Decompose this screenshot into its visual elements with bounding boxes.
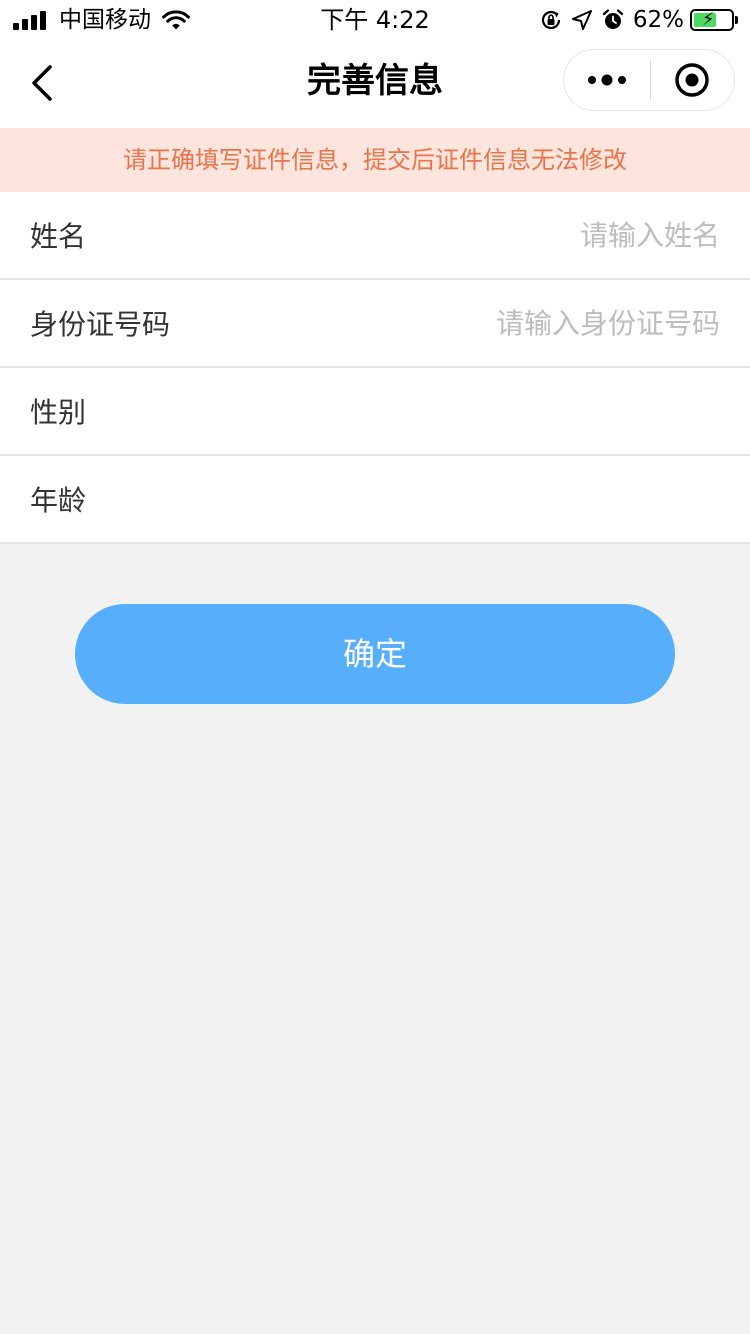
- form-row-id-number: 身份证号码: [0, 280, 750, 368]
- nav-bar: 完善信息: [0, 40, 750, 128]
- more-button[interactable]: [564, 50, 650, 110]
- id-number-label: 身份证号码: [30, 308, 171, 341]
- battery-icon: ⚡: [690, 9, 734, 31]
- location-icon: [571, 10, 592, 30]
- info-form: 姓名 身份证号码 性别 年龄: [0, 192, 750, 544]
- form-row-gender[interactable]: 性别: [0, 368, 750, 456]
- notice-banner: 请正确填写证件信息，提交后证件信息无法修改: [0, 128, 750, 192]
- form-row-name: 姓名: [0, 192, 750, 280]
- gender-label: 性别: [30, 396, 87, 429]
- name-input[interactable]: [106, 205, 720, 265]
- age-field[interactable]: [106, 469, 720, 529]
- page: 中国移动 下午 4:22 62% ⚡ 完善信息 请正确填写证件信息，提交后证件信…: [0, 0, 750, 1334]
- target-circle-icon: [675, 63, 709, 97]
- charging-bolt-icon: ⚡: [702, 9, 715, 30]
- gender-field[interactable]: [106, 381, 720, 441]
- age-label: 年龄: [30, 484, 87, 517]
- form-row-age[interactable]: 年龄: [0, 456, 750, 544]
- battery-tip: [735, 16, 738, 24]
- status-bar: 中国移动 下午 4:22 62% ⚡: [0, 0, 750, 40]
- battery-percent: 62%: [632, 7, 684, 33]
- orientation-lock-icon: [541, 10, 560, 30]
- name-label: 姓名: [30, 220, 87, 253]
- close-button[interactable]: [651, 50, 735, 110]
- id-number-input[interactable]: [190, 293, 720, 353]
- mini-program-capsule: [563, 49, 735, 111]
- more-dots-icon: [587, 74, 626, 86]
- confirm-button[interactable]: 确定: [75, 604, 675, 704]
- status-right: 62% ⚡: [531, 6, 738, 34]
- alarm-icon: [602, 9, 623, 29]
